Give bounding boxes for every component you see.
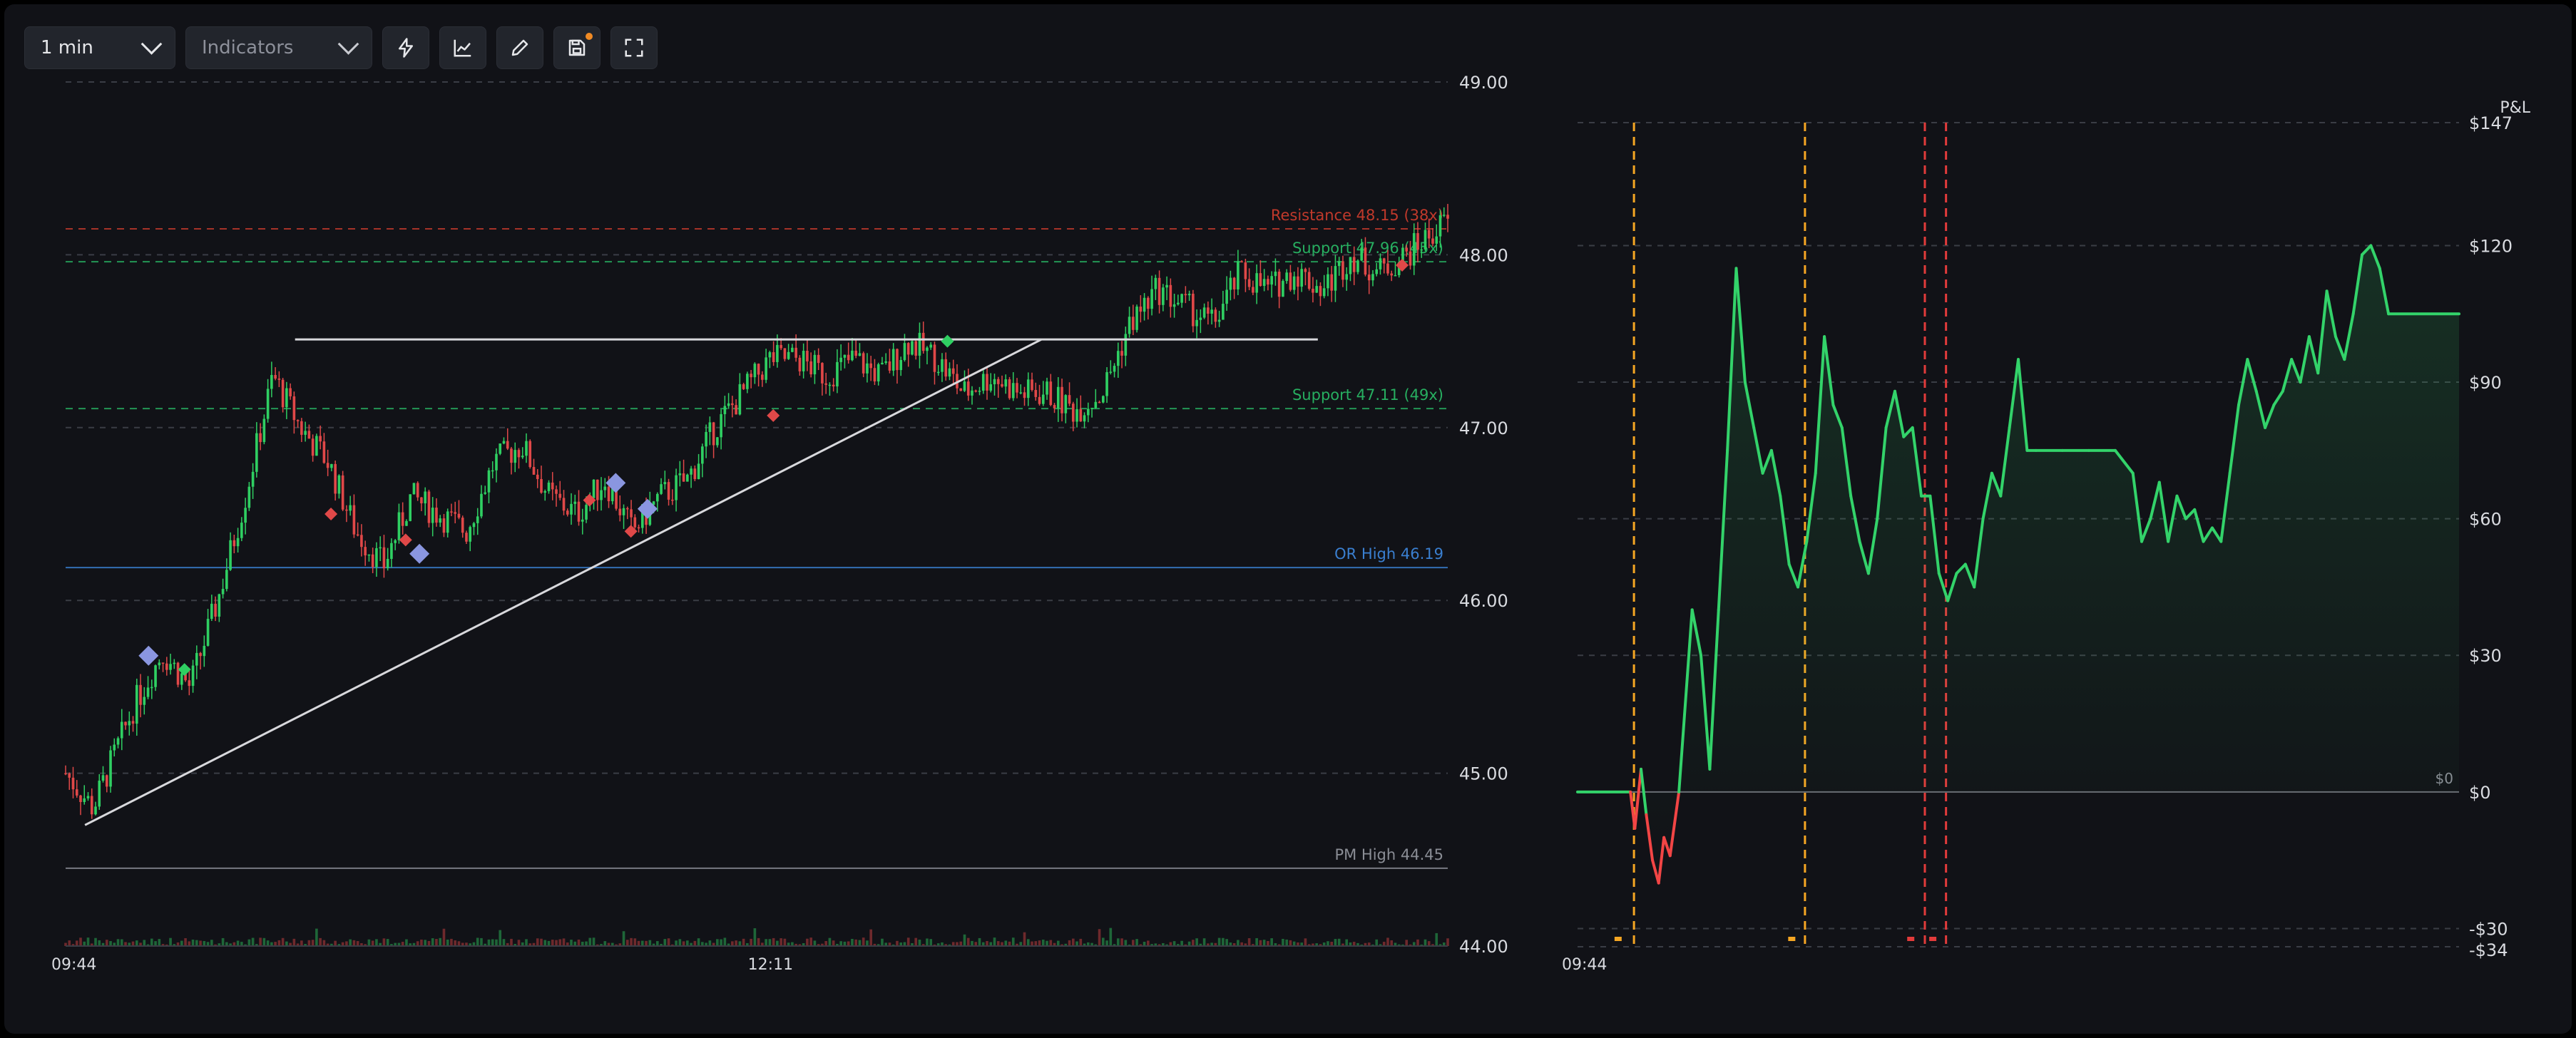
y-tick-label: $120 [2469,236,2513,256]
y-tick-label: $60 [2469,510,2502,530]
x-tick-label: 09:44 [1562,956,1607,974]
y-tick-label: $30 [2469,646,2502,666]
y-tick-label: -$30 [2469,919,2508,939]
y-tick-label: $90 [2469,373,2502,393]
y-tick-label: $147 [2469,113,2513,133]
exit-mark [1907,937,1915,941]
exit-mark [1929,937,1937,941]
y-tick-label: $0 [2469,783,2491,803]
entry-mark [1614,937,1622,941]
pnl-chart[interactable]: P&L$147$120$90$60$30$0-$30-$34$009:44 [0,0,2576,1038]
y-tick-label: -$34 [2469,940,2508,960]
pnl-area [1578,245,2459,883]
entry-mark [1788,937,1796,941]
